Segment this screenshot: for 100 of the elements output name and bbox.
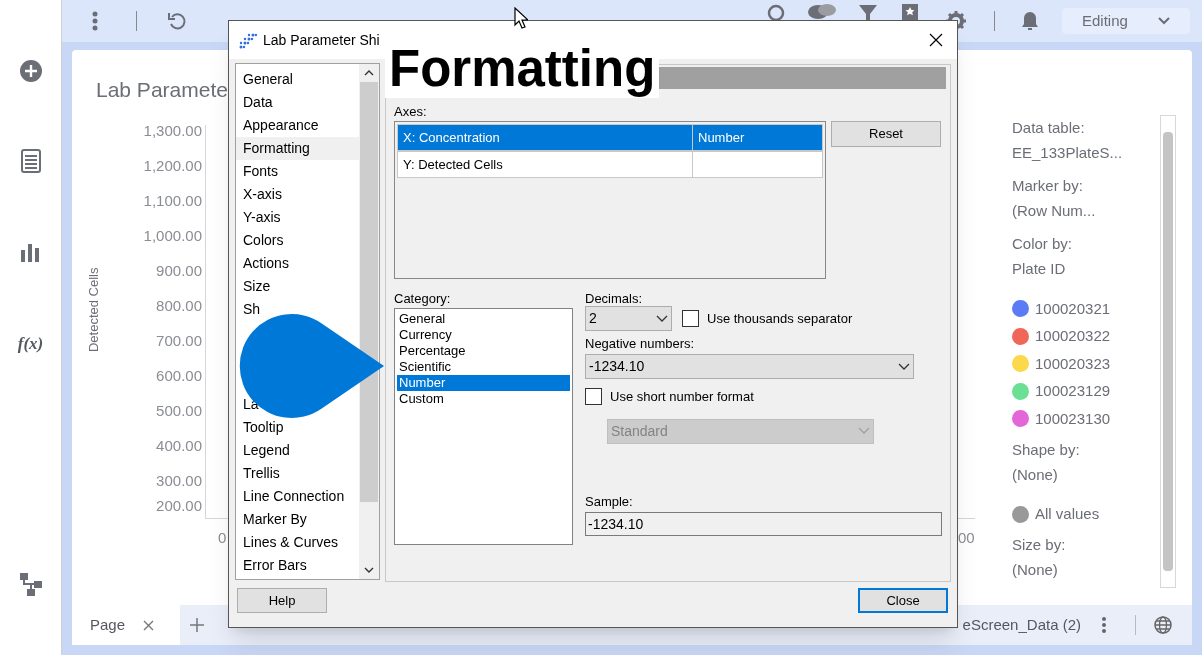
page-list-item[interactable]: Trellis	[236, 462, 282, 485]
field-label: Negative numbers:	[585, 336, 696, 352]
tick-label: 700.00	[156, 332, 202, 350]
page-list-item[interactable]: X-axis	[236, 183, 284, 206]
close-icon[interactable]	[929, 33, 943, 47]
legend-item: 100020323	[1035, 353, 1111, 374]
mode-dropdown[interactable]: Editing	[1062, 8, 1190, 34]
bell-icon[interactable]	[1021, 11, 1039, 31]
category-item[interactable]: Percentage	[397, 343, 570, 359]
tick-label: 1,200.00	[143, 157, 202, 175]
scatter-plot-icon	[239, 31, 257, 49]
add-icon[interactable]	[18, 59, 43, 83]
page-list-item[interactable]: Tooltip	[236, 416, 286, 439]
checkbox[interactable]	[682, 310, 699, 327]
page-list-item[interactable]: Data	[236, 91, 275, 114]
tick-label: 00	[958, 528, 975, 548]
category-list[interactable]: General Currency Percentage Scientific Number Custom	[394, 308, 573, 545]
page-list-item[interactable]: Colors	[236, 229, 286, 252]
page-tab[interactable]: Page	[72, 605, 180, 645]
tick-label: 900.00	[156, 262, 202, 280]
tick-label: 0	[218, 528, 227, 548]
help-button[interactable]: Help	[237, 588, 327, 613]
table-row[interactable]: X: Concentration Number	[397, 124, 823, 151]
scrollbar[interactable]	[1160, 115, 1176, 588]
tick-label: 200.00	[156, 497, 202, 515]
page-list-item[interactable]: Line Connection	[236, 485, 347, 508]
table-row[interactable]: Y: Detected Cells	[397, 151, 823, 178]
legend-heading: Shape by:	[1012, 439, 1081, 460]
page-list-item[interactable]: Lines & Curves	[236, 531, 340, 554]
tick-label: 500.00	[156, 402, 202, 420]
field-label: Decimals:	[585, 290, 644, 305]
chevron-down-icon	[1158, 17, 1170, 25]
page-list-item[interactable]: Y-axis	[236, 206, 283, 229]
legend-item: 100020321	[1035, 298, 1111, 319]
legend-item: 100023129	[1035, 381, 1111, 401]
page-list-item[interactable]: Fonts	[236, 160, 280, 183]
tick-label: 800.00	[156, 297, 202, 315]
legend-value: (None)	[1012, 560, 1059, 580]
page-list-item[interactable]: Sh	[236, 298, 263, 321]
field-label: Sample:	[585, 493, 634, 510]
page-list-item[interactable]: Legend	[236, 439, 292, 462]
legend-value: Plate ID	[1012, 259, 1067, 279]
legend-value: (Row Num...	[1012, 201, 1097, 221]
axis-label: Detected Cells	[85, 266, 103, 355]
close-button[interactable]: Close	[858, 588, 948, 613]
legend-heading: Size by:	[1012, 535, 1067, 555]
tick-label: 1,100.00	[143, 192, 202, 210]
legend-item: 100023130	[1035, 408, 1111, 429]
table-cell-text: Number	[697, 128, 746, 147]
category-item[interactable]: Number	[397, 375, 570, 391]
page-list-item[interactable]: Marker By	[236, 508, 309, 531]
add-page-icon[interactable]	[190, 618, 204, 632]
page-list-item[interactable]: Error Bars	[236, 554, 309, 577]
tick-label: 600.00	[156, 367, 202, 385]
legend-value: (None)	[1012, 464, 1059, 485]
section-label: Axes:	[394, 103, 428, 118]
legend-item: All values	[1035, 504, 1100, 524]
scrollbar[interactable]	[359, 64, 379, 579]
sample-field[interactable]: -1234.10	[585, 511, 942, 536]
category-item[interactable]: Currency	[397, 327, 570, 343]
category-item[interactable]: General	[397, 311, 570, 327]
legend-heading: Data table:	[1012, 118, 1086, 138]
list-icon[interactable]	[20, 149, 41, 173]
page-list-item[interactable]: Formatting	[236, 137, 359, 160]
tick-label: 400.00	[156, 437, 202, 455]
globe-icon[interactable]	[1154, 616, 1172, 634]
table-cell: X: Concentration	[398, 125, 693, 150]
legend-item: 100020322	[1035, 326, 1111, 346]
visualization-title: Lab Paramete	[96, 77, 228, 103]
page-list-item[interactable]: Appearance	[236, 114, 321, 137]
negative-numbers-dropdown[interactable]: -1234.10	[585, 354, 914, 379]
legend-heading: Color by:	[1012, 234, 1074, 254]
tick-label: 300.00	[156, 472, 202, 490]
more-icon[interactable]	[1101, 616, 1107, 634]
hierarchy-icon[interactable]	[18, 571, 43, 596]
tick-label: 1,300.00	[143, 122, 202, 140]
checkbox[interactable]	[585, 388, 602, 406]
legend-heading: Marker by:	[1012, 176, 1084, 196]
page-list-item[interactable]: General	[236, 68, 295, 91]
chevron-down-icon	[858, 427, 870, 435]
bar-chart-icon[interactable]	[19, 241, 42, 263]
checkbox-label: Use thousands separator	[707, 309, 853, 328]
status-text: eScreen_Data (2)	[962, 614, 1081, 635]
undo-icon[interactable]	[167, 11, 187, 31]
chevron-down-icon	[656, 314, 668, 323]
function-icon[interactable]: f(x)	[17, 331, 44, 357]
category-item[interactable]: Scientific	[397, 359, 570, 375]
page-list-item[interactable]: Size	[236, 275, 273, 298]
dialog-title: Lab Parameter Shi	[263, 30, 380, 50]
legend-value: EE_133PlateS...	[1012, 143, 1124, 163]
tick-label: 1,000.00	[143, 227, 202, 245]
chevron-down-icon	[898, 362, 910, 371]
checkbox-label: Use short number format	[610, 388, 754, 406]
more-icon[interactable]	[92, 11, 98, 31]
decimals-dropdown[interactable]: 2	[585, 306, 672, 331]
table-cell: Y: Detected Cells	[398, 152, 693, 177]
page-list-item[interactable]: Actions	[236, 252, 291, 275]
reset-button[interactable]: Reset	[831, 121, 941, 147]
section-label: Category:	[394, 290, 452, 305]
category-item[interactable]: Custom	[397, 391, 570, 407]
